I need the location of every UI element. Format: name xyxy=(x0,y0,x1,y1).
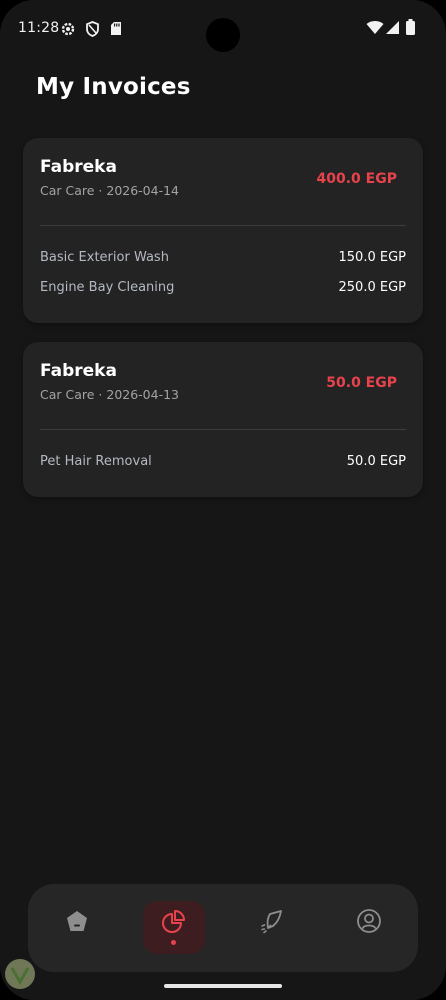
sd-card-icon xyxy=(110,21,122,40)
nav-item-profile[interactable] xyxy=(320,884,417,972)
invoice-meta: Car Care · 2026-04-13 xyxy=(40,387,180,402)
divider xyxy=(40,429,406,430)
invoice-vendor: Fabreka xyxy=(40,361,117,381)
shield-icon xyxy=(85,21,100,41)
invoice-vendor: Fabreka xyxy=(40,157,117,177)
battery-icon xyxy=(406,19,415,39)
home-icon xyxy=(67,911,87,931)
nav-item-invoices[interactable] xyxy=(125,884,222,972)
app-screen: 11:28 My Invoices Fabreka Car Care · 202… xyxy=(0,0,446,1000)
spray-icon xyxy=(261,910,282,934)
status-bar: 11:28 xyxy=(0,0,446,60)
front-camera xyxy=(206,18,240,52)
invoice-line-item: Basic Exterior Wash 150.0 EGP xyxy=(40,250,406,270)
bottom-nav xyxy=(28,884,418,972)
invoice-line-item: Pet Hair Removal 50.0 EGP xyxy=(40,454,406,474)
invoice-line-item: Engine Bay Cleaning 250.0 EGP xyxy=(40,280,406,300)
invoice-meta: Car Care · 2026-04-14 xyxy=(40,183,180,198)
nav-item-services[interactable] xyxy=(223,884,320,972)
page-title: My Invoices xyxy=(36,74,191,100)
home-indicator[interactable] xyxy=(164,984,282,988)
wifi-icon xyxy=(366,20,384,39)
divider xyxy=(40,225,406,226)
line-item-price: 250.0 EGP xyxy=(338,280,406,295)
line-item-name: Pet Hair Removal xyxy=(40,454,152,469)
app-logo-icon xyxy=(0,952,40,996)
line-item-price: 50.0 EGP xyxy=(346,454,406,469)
line-item-price: 150.0 EGP xyxy=(338,250,406,265)
nav-active-dot xyxy=(171,940,176,945)
invoice-total: 400.0 EGP xyxy=(316,171,397,187)
signal-icon xyxy=(386,20,400,39)
invoice-card[interactable]: Fabreka Car Care · 2026-04-13 50.0 EGP P… xyxy=(23,342,423,497)
invoice-total: 50.0 EGP xyxy=(326,375,397,391)
pie-chart-icon xyxy=(162,910,185,933)
line-item-name: Engine Bay Cleaning xyxy=(40,280,175,295)
nav-item-home[interactable] xyxy=(28,884,125,972)
line-item-name: Basic Exterior Wash xyxy=(40,250,169,265)
invoice-card[interactable]: Fabreka Car Care · 2026-04-14 400.0 EGP … xyxy=(23,138,423,323)
profile-icon xyxy=(357,909,381,933)
status-time: 11:28 xyxy=(18,20,60,36)
gear-icon xyxy=(60,21,76,41)
